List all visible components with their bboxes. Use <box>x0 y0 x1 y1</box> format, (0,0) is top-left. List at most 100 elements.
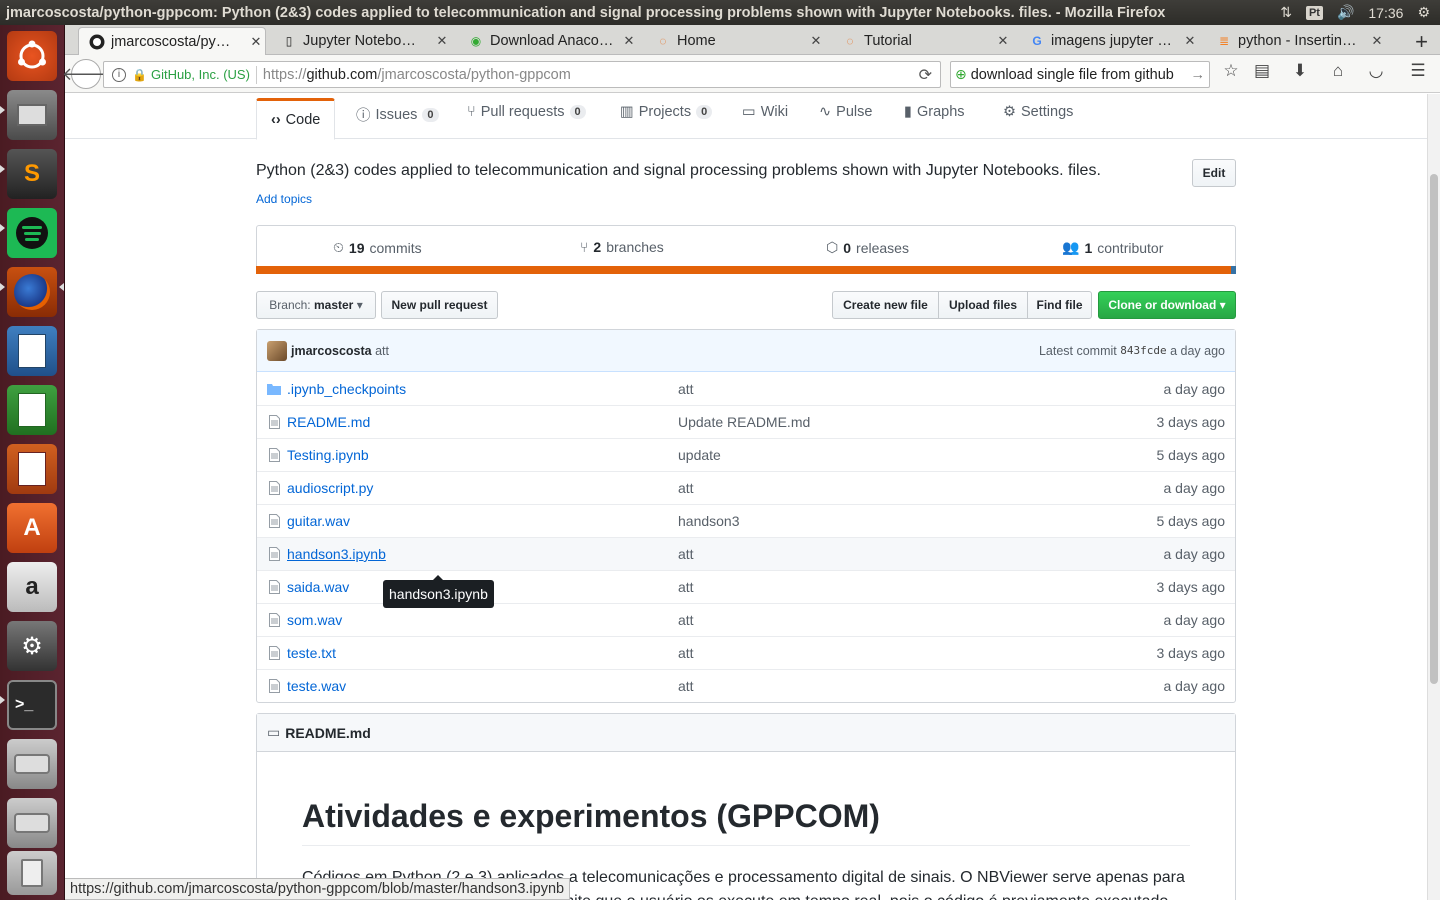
file-name-link[interactable]: teste.txt <box>287 645 678 661</box>
commit-message-link[interactable]: att <box>678 546 1164 562</box>
settings-gear-icon[interactable]: ⚙ <box>1417 4 1430 21</box>
file-name-link[interactable]: audioscript.py <box>287 480 678 496</box>
create-new-file-button[interactable]: Create new file <box>832 291 939 319</box>
tab-github-repo[interactable]: jmarcoscosta/py… ✕ <box>78 27 266 55</box>
close-tab-icon[interactable]: ✕ <box>994 33 1012 49</box>
commit-message-link[interactable]: update <box>678 447 1157 463</box>
tab-jupyter[interactable]: ▯ Jupyter Notebo… ✕ <box>271 27 451 55</box>
reload-icon[interactable]: ⟳ <box>919 65 932 85</box>
avatar[interactable] <box>267 340 287 361</box>
file-name-link[interactable]: .ipynb_checkpoints <box>287 381 678 397</box>
upload-files-button[interactable]: Upload files <box>938 291 1028 319</box>
spotify-icon[interactable] <box>7 208 57 258</box>
firefox-icon[interactable] <box>7 267 57 317</box>
tab-stackoverflow[interactable]: ≣ python - Insertin… ✕ <box>1206 27 1386 55</box>
file-name-link[interactable]: Testing.ipynb <box>287 447 678 463</box>
commit-message-link[interactable]: att <box>678 480 1164 496</box>
downloads-icon[interactable]: ⬇ <box>1287 61 1313 81</box>
clone-or-download-button[interactable]: Clone or download ▾ <box>1098 291 1236 319</box>
tab-google-images[interactable]: G imagens jupyter … ✕ <box>1019 27 1199 55</box>
commit-message-link[interactable]: att <box>678 612 1164 628</box>
url-bar[interactable]: i 🔒 GitHub, Inc. (US) https://github.com… <box>103 61 941 88</box>
tab-anaconda[interactable]: ◉ Download Anaco… ✕ <box>458 27 638 55</box>
commit-message[interactable]: att <box>375 344 389 358</box>
home-icon[interactable]: ⌂ <box>1325 61 1351 81</box>
close-tab-icon[interactable]: ✕ <box>247 34 265 50</box>
commit-message-link[interactable]: att <box>678 678 1164 694</box>
releases-link[interactable]: ⬡ 0 releases <box>826 239 909 256</box>
libreoffice-impress-icon[interactable] <box>7 444 57 494</box>
drive-icon[interactable] <box>7 739 57 789</box>
tab-tutorial[interactable]: ◌ Tutorial ✕ <box>832 27 1012 55</box>
readme-heading: Atividades e experimentos (GPPCOM) <box>302 798 880 834</box>
close-tab-icon[interactable]: ✕ <box>807 33 825 49</box>
file-name-link[interactable]: README.md <box>287 414 678 430</box>
system-settings-icon[interactable]: ⚙ <box>7 621 57 671</box>
search-input[interactable]: download single file from github <box>971 67 1174 83</box>
tab-pulse[interactable]: ∿ Pulse <box>819 104 872 120</box>
software-center-icon[interactable]: A <box>7 503 57 553</box>
site-identity[interactable]: GitHub, Inc. (US) <box>151 67 250 82</box>
search-go-icon[interactable]: → <box>1191 67 1206 83</box>
tab-projects[interactable]: ▥ Projects 0 <box>620 104 713 120</box>
volume-icon[interactable]: 🔊 <box>1337 4 1354 21</box>
search-engine-icon[interactable]: ⊕ <box>955 66 967 83</box>
tab-pull-requests[interactable]: ⑂ Pull requests 0 <box>467 104 586 120</box>
file-icon <box>267 580 281 594</box>
close-tab-icon[interactable]: ✕ <box>1181 33 1199 49</box>
tab-code[interactable]: ‹› Code <box>256 98 336 140</box>
file-list: .ipynb_checkpoints att a day ago README.… <box>257 372 1235 702</box>
libreoffice-writer-icon[interactable] <box>7 326 57 376</box>
keyboard-indicator[interactable]: Pt <box>1305 5 1323 20</box>
commit-message-link[interactable]: att <box>678 645 1157 661</box>
close-tab-icon[interactable]: ✕ <box>433 33 451 49</box>
branch-select-button[interactable]: Branch: master ▾ <box>256 291 376 319</box>
amazon-icon[interactable]: a <box>7 562 57 612</box>
commit-message-link[interactable]: Update README.md <box>678 414 1157 430</box>
new-tab-button[interactable]: + <box>1415 29 1428 55</box>
drive-icon[interactable] <box>7 798 57 848</box>
trash-icon[interactable] <box>7 851 57 895</box>
find-file-button[interactable]: Find file <box>1027 291 1092 319</box>
terminal-icon[interactable]: >_ <box>7 680 57 730</box>
pocket-icon[interactable]: ◡ <box>1363 61 1389 81</box>
commit-message-link[interactable]: handson3 <box>678 513 1157 529</box>
menu-icon[interactable]: ☰ <box>1405 61 1431 81</box>
gear-icon: ⚙ <box>1003 104 1016 120</box>
back-button[interactable]: 🡐 <box>62 59 110 89</box>
clock[interactable]: 17:36 <box>1368 5 1403 21</box>
commit-message-link[interactable]: att <box>678 381 1164 397</box>
bookmark-star-icon[interactable]: ☆ <box>1218 61 1244 81</box>
file-name-link[interactable]: som.wav <box>287 612 678 628</box>
info-icon[interactable]: i <box>112 67 126 82</box>
commit-sha[interactable]: 843fcde <box>1120 344 1166 357</box>
files-icon[interactable] <box>7 90 57 140</box>
commit-author[interactable]: jmarcoscosta <box>291 344 372 358</box>
sublime-text-icon[interactable]: S <box>7 149 57 199</box>
commits-link[interactable]: ⏲ 19 commits <box>333 239 422 256</box>
tab-home[interactable]: ◌ Home ✕ <box>645 27 825 55</box>
commit-message-link[interactable]: att <box>678 579 1157 595</box>
search-bar[interactable]: ⊕ download single file from github → <box>950 61 1210 88</box>
file-name-link[interactable]: handson3.ipynb <box>287 546 678 562</box>
new-pull-request-button[interactable]: New pull request <box>381 291 498 319</box>
add-topics-link[interactable]: Add topics <box>256 192 312 206</box>
ubuntu-dash-icon[interactable] <box>7 31 57 81</box>
reading-list-icon[interactable]: ▤ <box>1249 61 1275 81</box>
file-name-link[interactable]: guitar.wav <box>287 513 678 529</box>
scrollbar-thumb[interactable] <box>1430 174 1438 684</box>
tab-graphs[interactable]: ▮ Graphs <box>904 104 965 120</box>
close-tab-icon[interactable]: ✕ <box>620 33 638 49</box>
tab-issues[interactable]: ⓘ Issues 0 <box>356 104 439 125</box>
network-icon[interactable]: ⇅ <box>1280 4 1292 21</box>
edit-description-button[interactable]: Edit <box>1192 159 1236 187</box>
close-tab-icon[interactable]: ✕ <box>1368 33 1386 49</box>
libreoffice-calc-icon[interactable] <box>7 385 57 435</box>
tab-settings[interactable]: ⚙ Settings <box>1003 104 1073 120</box>
page-scrollbar[interactable] <box>1427 94 1440 900</box>
branches-link[interactable]: ⑂ 2 branches <box>580 239 664 255</box>
language-bar[interactable] <box>256 266 1236 274</box>
tab-wiki[interactable]: ▭ Wiki <box>742 104 788 120</box>
contributors-link[interactable]: 👥 1 contributor <box>1062 239 1163 256</box>
file-name-link[interactable]: teste.wav <box>287 678 678 694</box>
